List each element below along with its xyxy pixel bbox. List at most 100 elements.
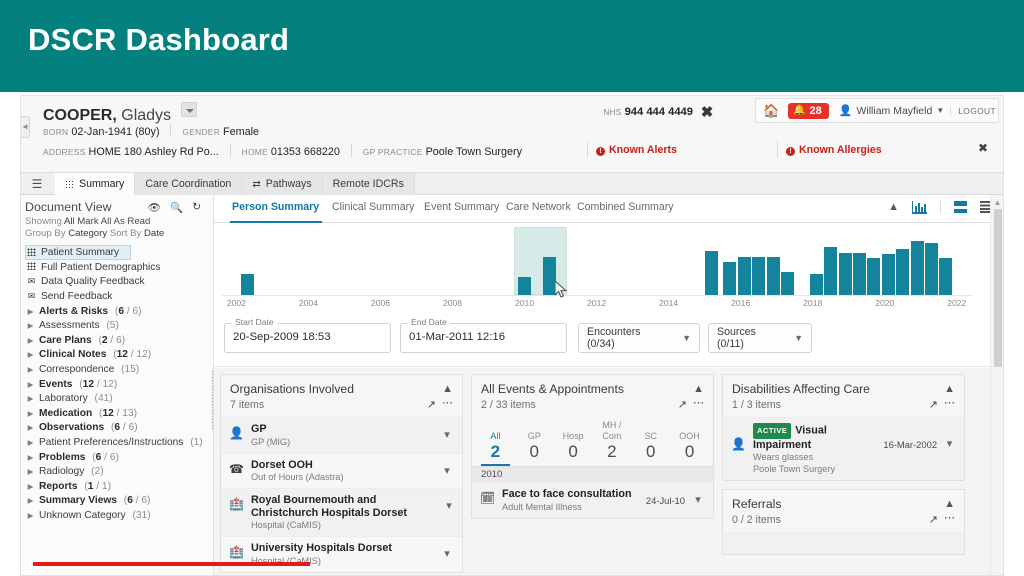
- list-item[interactable]: [723, 532, 964, 554]
- logout-button[interactable]: LOGOUT: [950, 105, 996, 116]
- collapse-icon[interactable]: ▲: [944, 498, 955, 510]
- close-patient-icon[interactable]: ✖: [699, 105, 715, 121]
- sidebar-item-assessments[interactable]: ▶ Assessments (5): [25, 318, 213, 333]
- timeline-bar[interactable]: [705, 251, 719, 295]
- chevron-down-icon[interactable]: ▾: [445, 494, 453, 512]
- sidebar-item-observations[interactable]: ▶ Observations (6 / 6): [25, 421, 213, 436]
- timeline-bar[interactable]: [910, 240, 924, 295]
- expand-header-chevron-icon[interactable]: ✖: [975, 141, 991, 157]
- sidebar-item-unknown-category[interactable]: ▶ Unknown Category (31): [25, 508, 213, 523]
- chevron-down-icon[interactable]: ▾: [441, 542, 453, 560]
- timeline-bar[interactable]: [766, 256, 780, 295]
- scrollbar-thumb[interactable]: [993, 209, 1002, 367]
- timeline-bar[interactable]: [867, 258, 881, 295]
- timeline-bar[interactable]: [925, 243, 939, 295]
- encounters-dropdown[interactable]: Encounters (0/34) ▼: [578, 323, 700, 353]
- subtab-person-summary[interactable]: Person Summary: [232, 201, 319, 213]
- group-by-value[interactable]: Category: [68, 228, 107, 239]
- mark-all-as-read-link[interactable]: Mark All As Read: [77, 216, 150, 227]
- tab-care-coordination[interactable]: Care Coordination: [135, 173, 243, 195]
- start-date-field[interactable]: Start Date 20-Sep-2009 18:53: [224, 317, 391, 353]
- chevron-down-icon[interactable]: ▾: [944, 423, 955, 450]
- timeline-bar[interactable]: [809, 273, 823, 295]
- timeline-bar[interactable]: [737, 256, 751, 295]
- sidebar-item-clinical-notes[interactable]: ▶ Clinical Notes (12 / 12): [25, 348, 213, 363]
- sources-dropdown[interactable]: Sources (0/11) ▼: [708, 323, 812, 353]
- sidebar-item-medication[interactable]: ▶ Medication (12 / 13): [25, 406, 213, 421]
- more-options-icon[interactable]: ⋯: [944, 511, 956, 524]
- chevron-down-icon[interactable]: ▾: [441, 423, 453, 441]
- timeline-bar[interactable]: [781, 271, 794, 295]
- home-icon[interactable]: 🏠: [758, 103, 784, 119]
- collapse-icon[interactable]: ▲: [693, 383, 704, 395]
- timeline-chart[interactable]: 2002 2004 2006 2008 2010 2012 2014 2016 2018 2020…: [214, 223, 1003, 315]
- sidebar-item-summary-views[interactable]: ▶ Summary Views (6 / 6): [25, 494, 213, 509]
- tab-remote-idcrs[interactable]: Remote IDCRs: [322, 173, 415, 195]
- collapse-icon[interactable]: ▲: [442, 383, 453, 395]
- eye-icon[interactable]: 👁: [148, 201, 161, 214]
- collapse-icon[interactable]: ▲: [944, 383, 955, 395]
- timeline-bar[interactable]: [896, 249, 910, 295]
- tab-pathways[interactable]: ⇄ Pathways: [242, 173, 323, 195]
- list-item[interactable]: 👤 GP GP (MIG) ▾: [221, 417, 462, 453]
- sidebar-item-events[interactable]: ▶ Events (12 / 12): [25, 377, 213, 392]
- timeline-bar[interactable]: [838, 252, 852, 295]
- sidebar-item-reports[interactable]: ▶ Reports (1 / 1): [25, 479, 213, 494]
- split-view-icon[interactable]: [954, 201, 967, 213]
- alert-count-badge[interactable]: 🔔 28: [788, 102, 829, 119]
- sidebar-item-alerts-risks[interactable]: ▶ Alerts & Risks (6 / 6): [25, 304, 213, 319]
- more-options-icon[interactable]: ⋯: [693, 396, 705, 409]
- subtab-event-summary[interactable]: Event Summary: [424, 201, 499, 213]
- chevron-down-icon[interactable]: ▾: [441, 459, 453, 477]
- timeline-bar[interactable]: [881, 253, 895, 295]
- scroll-up-arrow-icon[interactable]: ▲: [993, 198, 1002, 207]
- timeline-plot-area[interactable]: [222, 227, 973, 295]
- sidebar-item-problems[interactable]: ▶ Problems (6 / 6): [25, 450, 213, 465]
- counter-sc[interactable]: SC 0: [631, 419, 670, 466]
- sidebar-item-patient-preferences-instructions[interactable]: ▶ Patient Preferences/Instructions (1): [25, 435, 213, 450]
- user-menu[interactable]: 👤 William Mayfield ▼: [833, 104, 950, 118]
- expand-icon[interactable]: ↗: [678, 398, 687, 411]
- sidebar-item-correspondence[interactable]: ▶ Correspondence (15): [25, 362, 213, 377]
- counter-gp[interactable]: GP 0: [515, 419, 554, 466]
- counter-ooh[interactable]: OOH 0: [670, 419, 709, 466]
- sort-by-value[interactable]: Date: [144, 228, 164, 239]
- showing-value[interactable]: All: [64, 216, 75, 227]
- search-icon[interactable]: 🔍: [170, 201, 183, 214]
- sidebar-item-send-feedback[interactable]: ✉ Send Feedback: [25, 289, 213, 304]
- sidebar-item-full-patient-demographics[interactable]: Full Patient Demographics: [25, 260, 213, 275]
- tab-summary[interactable]: Summary: [55, 173, 136, 195]
- subtab-combined-summary[interactable]: Combined Summary: [577, 201, 674, 213]
- timeline-bar[interactable]: [824, 246, 838, 295]
- list-item[interactable]: 🗓 Face to face consultation Adult Mental…: [472, 482, 713, 518]
- counter-all[interactable]: All 2: [476, 419, 515, 466]
- timeline-bar[interactable]: [939, 258, 953, 295]
- sidebar-item-data-quality-feedback[interactable]: ✉ Data Quality Feedback: [25, 275, 213, 290]
- sidebar-item-radiology[interactable]: ▶ Radiology (2): [25, 464, 213, 479]
- chevron-up-icon[interactable]: ▲: [888, 201, 899, 213]
- timeline-bar[interactable]: [240, 273, 254, 295]
- counter-hosp[interactable]: Hosp 0: [554, 419, 593, 466]
- bar-chart-icon[interactable]: [912, 200, 927, 214]
- known-allergies-link[interactable]: ! Known Allergies: [786, 144, 882, 156]
- sidebar-item-care-plans[interactable]: ▶ Care Plans (2 / 6): [25, 333, 213, 348]
- sidebar-item-patient-summary[interactable]: Patient Summary: [25, 245, 131, 260]
- list-item[interactable]: ☎ Dorset OOH Out of Hours (Adastra) ▾: [221, 452, 462, 488]
- expand-icon[interactable]: ↗: [929, 513, 938, 526]
- counter-mh-com[interactable]: MH / Com 2: [592, 419, 631, 466]
- more-options-icon[interactable]: ⋯: [944, 396, 956, 409]
- known-alerts-link[interactable]: ! Known Alerts: [596, 144, 677, 156]
- timeline-bar[interactable]: [853, 252, 867, 295]
- end-date-field[interactable]: End Date 01-Mar-2011 12:16: [400, 317, 567, 353]
- subtab-care-network[interactable]: Care Network: [506, 201, 571, 213]
- timeline-bar[interactable]: [518, 276, 532, 295]
- refresh-icon[interactable]: ↻: [192, 201, 201, 214]
- sidebar-collapse-handle[interactable]: ◄: [21, 116, 30, 138]
- expand-icon[interactable]: ↗: [929, 398, 938, 411]
- list-item[interactable]: 🏥 University Hospitals Dorset Hospital (…: [221, 536, 462, 572]
- timeline-bar[interactable]: [723, 261, 737, 295]
- list-item[interactable]: 🏥 Royal Bournemouth and Christchurch Hos…: [221, 488, 462, 536]
- chevron-down-icon[interactable]: ▾: [692, 488, 704, 506]
- content-scrollbar[interactable]: ▲: [990, 195, 1003, 575]
- sidebar-item-laboratory[interactable]: ▶ Laboratory (41): [25, 391, 213, 406]
